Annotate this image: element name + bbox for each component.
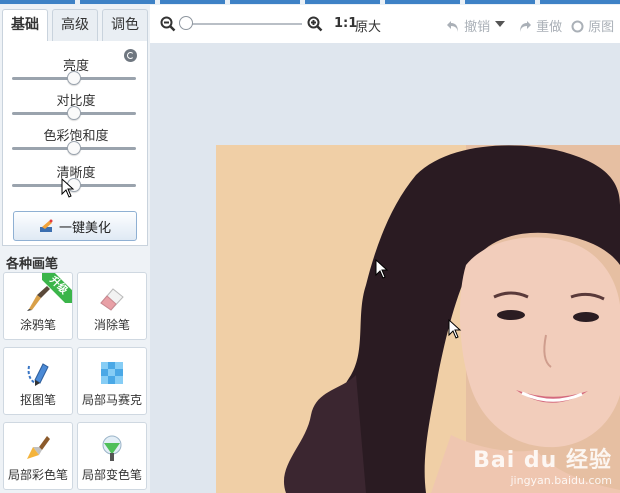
image-canvas: Bai du 经验 jingyan.baidu.com [150,43,620,493]
top-toolbar: 1:1 原大 撤销 重做 原图 [150,5,620,43]
eraser-icon [100,288,124,311]
doodle-brush-label: 涂鸦笔 [19,318,56,332]
original-size-button[interactable]: 原大 [355,16,381,35]
undo-button[interactable]: 撤销 [446,16,490,35]
recolor-brush-icon [102,435,122,461]
one-click-beautify-button[interactable]: 一键美化 [13,211,137,241]
original-image-icon [571,20,584,33]
contrast-slider-thumb[interactable] [67,106,81,120]
color-brush-label: 局部彩色笔 [7,468,68,482]
redo-button[interactable]: 重做 [518,16,562,35]
zoom-slider[interactable] [186,23,302,25]
original-image-button[interactable]: 原图 [571,16,614,35]
redo-label: 重做 [536,20,563,35]
saturation-slider[interactable] [12,141,136,155]
adjust-tabs: 基础 高级 调色 [2,9,148,42]
undo-icon [447,21,458,32]
chevron-down-icon[interactable] [495,21,505,27]
watermark-brand: Bai du 经验 [473,448,612,473]
edited-photo[interactable]: Bai du 经验 jingyan.baidu.com [216,145,620,493]
zoom-in-icon[interactable] [307,16,323,32]
tab-color[interactable]: 调色 [102,9,148,41]
watermark-url: jingyan.baidu.com [510,474,612,487]
cutout-pen-icon [27,363,49,386]
mosaic-label: 局部马赛克 [81,393,142,407]
doodle-brush-tool[interactable]: 升级 涂鸦笔 [3,272,73,340]
mosaic-icon [101,362,123,384]
cutout-pen-tool[interactable]: 抠图笔 [3,347,73,415]
basic-adjust-panel: 亮度 对比度 色彩饱和度 清晰度 一键美化 [2,41,148,246]
mouse-cursor-icon [61,178,75,198]
saturation-slider-thumb[interactable] [67,141,81,155]
tab-advanced[interactable]: 高级 [52,9,98,41]
left-panel: 基础 高级 调色 亮度 对比度 色彩饱和度 清晰度 一键美化 各种画笔 升级 涂… [0,5,150,493]
redo-icon [520,21,531,32]
original-image-label: 原图 [588,20,615,35]
zoom-1to1-button[interactable]: 1:1 [334,16,357,31]
recolor-brush-tool[interactable]: 局部变色笔 [77,422,147,490]
color-brush-tool[interactable]: 局部彩色笔 [3,422,73,490]
zoom-slider-thumb[interactable] [179,16,193,30]
mosaic-tool[interactable]: 局部马赛克 [77,347,147,415]
magic-wand-icon [39,219,53,232]
zoom-out-icon[interactable] [160,16,176,32]
tab-basic[interactable]: 基础 [2,9,48,42]
eraser-tool[interactable]: 消除笔 [77,272,147,340]
one-click-beautify-label: 一键美化 [58,220,111,236]
contrast-slider[interactable] [12,106,136,120]
portrait-photo [216,145,620,493]
color-brush-icon [27,436,50,459]
undo-label: 撤销 [464,20,491,35]
brightness-slider[interactable] [12,71,136,85]
upgrade-badge: 升级 [42,273,72,303]
recolor-brush-label: 局部变色笔 [81,468,142,482]
cutout-pen-label: 抠图笔 [19,393,56,407]
baidu-watermark: Bai du 经验 jingyan.baidu.com [473,442,612,487]
brushes-section-title: 各种画笔 [6,257,59,272]
eraser-label: 消除笔 [93,318,130,332]
brightness-slider-thumb[interactable] [67,71,81,85]
